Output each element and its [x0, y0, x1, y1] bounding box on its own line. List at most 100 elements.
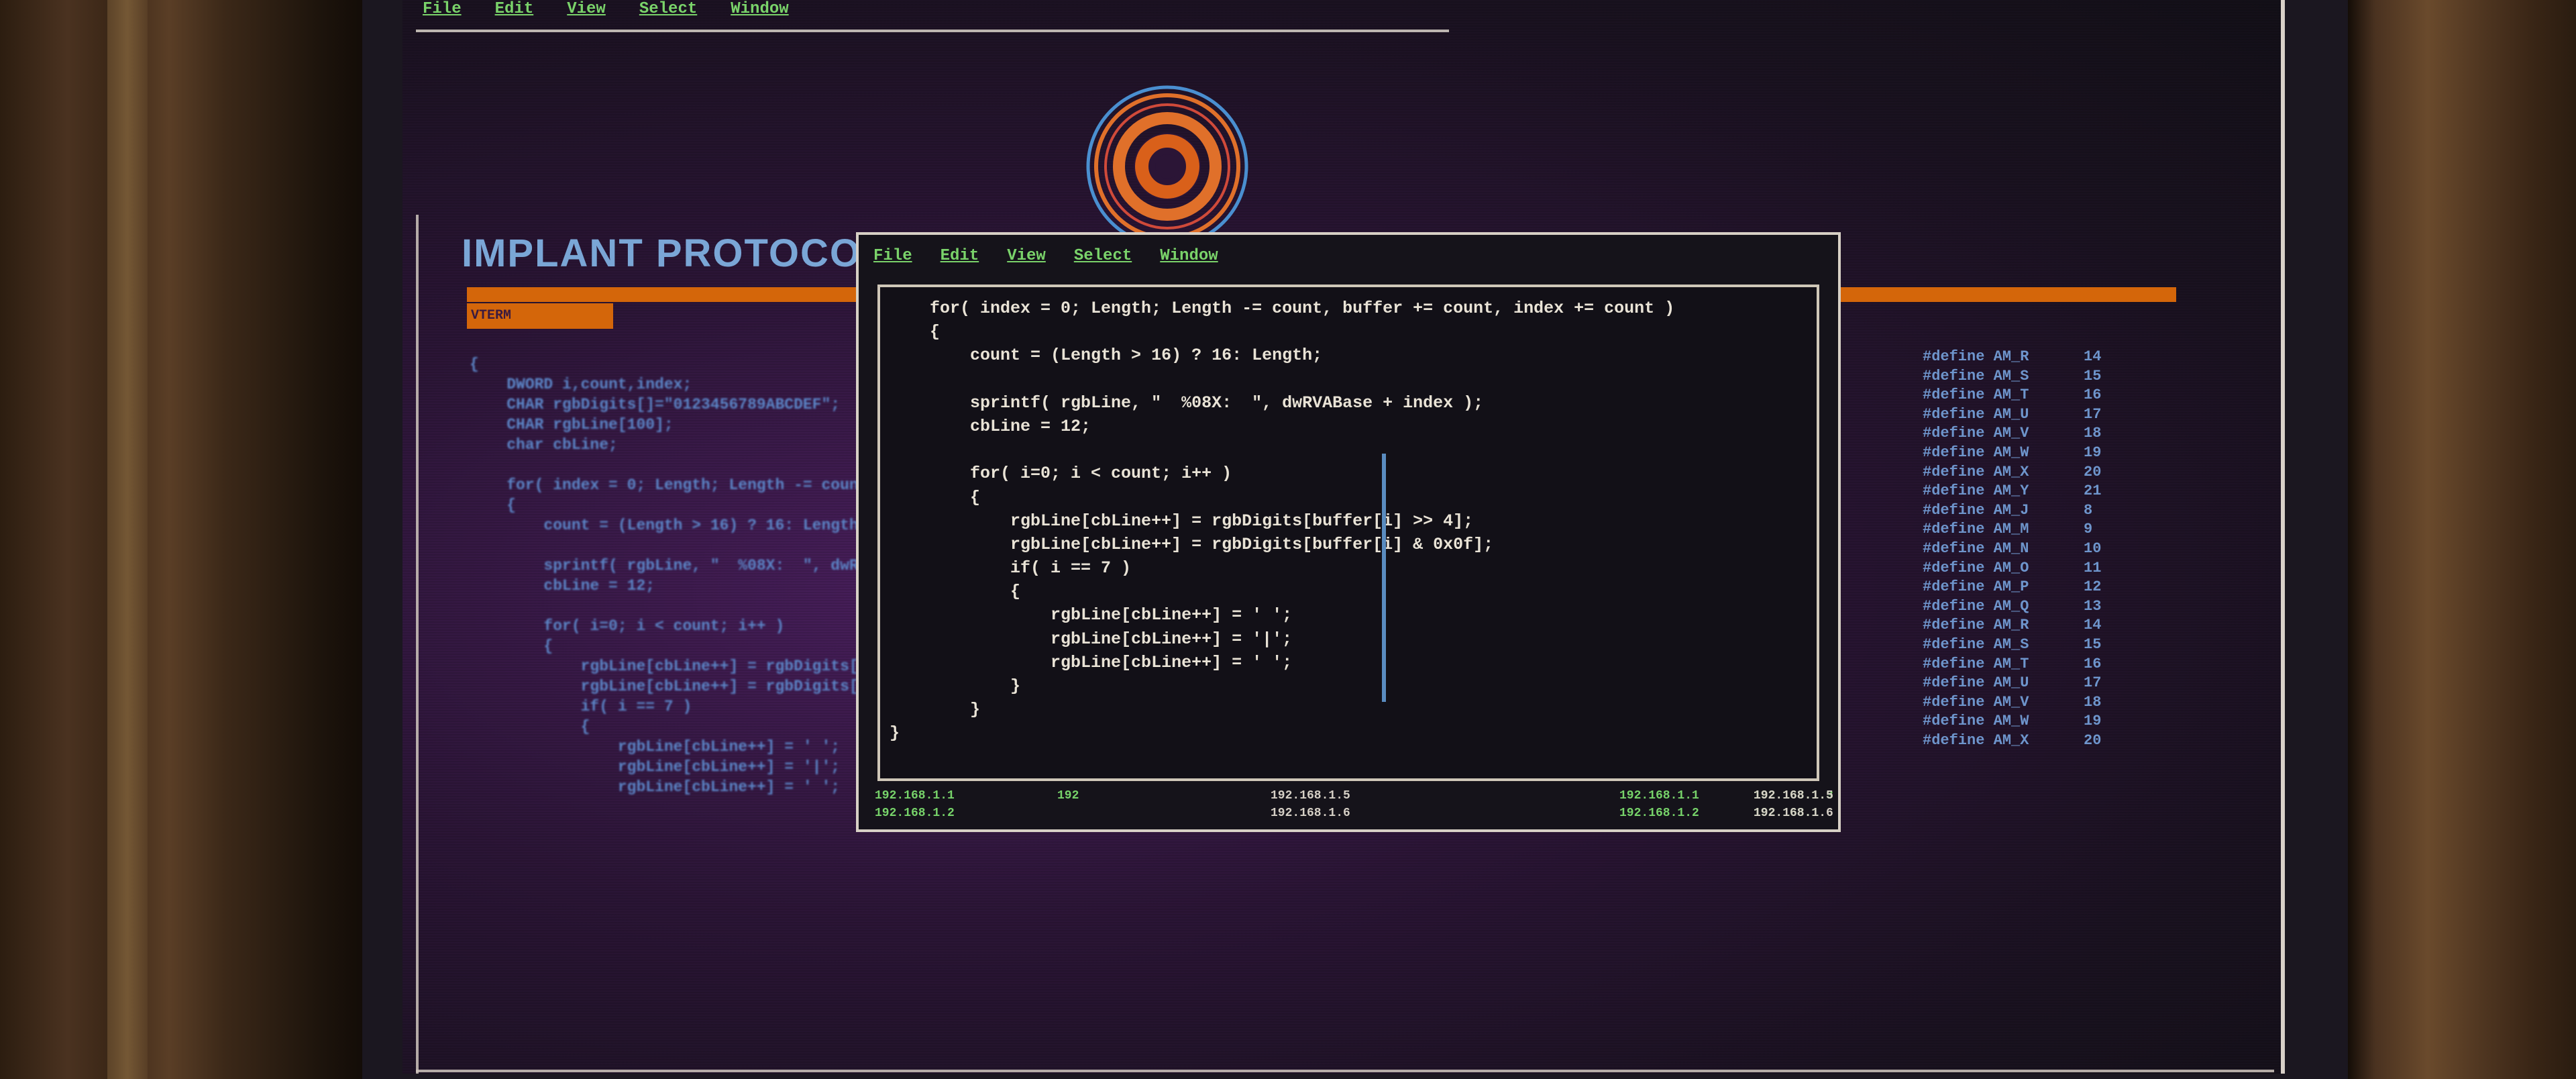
menu-file[interactable]: File: [423, 0, 462, 18]
define-name: #define AM_S: [1923, 635, 2029, 653]
background-code-line: if( i == 7 ): [470, 698, 692, 715]
editor-code-line[interactable]: rgbLine[cbLine++] = rgbDigits[buffer[i] …: [890, 509, 1674, 533]
background-code-line: char cbLine;: [470, 436, 618, 454]
define-value: 17: [2084, 405, 2102, 423]
define-value: 9: [2084, 521, 2093, 538]
background-code-line: for( i=0; i < count; i++ ): [470, 617, 785, 635]
define-value: 18: [2084, 425, 2102, 442]
define-row: #define AM_T 16: [1923, 655, 2124, 674]
screen-frame-bottom: [416, 1070, 2274, 1072]
define-row: #define AM_X 20: [1923, 731, 2124, 751]
editor-menu-select[interactable]: Select: [1074, 247, 1132, 265]
define-value: 21: [2084, 482, 2102, 500]
define-name: #define AM_Q: [1923, 597, 2029, 615]
define-value: 10: [2084, 540, 2102, 557]
define-name: #define AM_V: [1923, 693, 2029, 711]
ip-address-grid: 192.168.1.1 192 192.168.1.5 192.168.1.1 192.…: [875, 789, 1833, 827]
define-value: 19: [2084, 713, 2102, 730]
editor-menu-window[interactable]: Window: [1160, 247, 1218, 265]
editor-window[interactable]: File Edit View Select Window for( index …: [856, 232, 1841, 832]
define-name: #define AM_N: [1923, 540, 2029, 557]
background-code-line: {: [470, 497, 517, 514]
define-value: 12: [2084, 578, 2102, 596]
define-name: #define AM_R: [1923, 348, 2029, 365]
screen-frame-left: [416, 215, 419, 1074]
define-name: #define AM_X: [1923, 463, 2029, 480]
editor-code-line[interactable]: for( i=0; i < count; i++ ): [890, 462, 1674, 485]
define-row: #define AM_T 16: [1923, 386, 2124, 405]
editor-menu-file[interactable]: File: [873, 247, 912, 265]
background-code-line: rgbLine[cbLine++] = ' ';: [470, 738, 841, 756]
define-name: #define AM_O: [1923, 559, 2029, 576]
ip-address: 192.168.1.6: [1754, 807, 1833, 820]
define-name: #define AM_W: [1923, 713, 2029, 730]
ip-address: 192.168.1.2: [875, 807, 955, 820]
define-value: 11: [2084, 559, 2102, 576]
background-code-line: CHAR rgbLine[100];: [470, 416, 674, 433]
define-value: 15: [2084, 635, 2102, 653]
editor-code-line[interactable]: }: [890, 674, 1674, 698]
define-value: 15: [2084, 367, 2102, 384]
define-name: #define AM_S: [1923, 367, 2029, 384]
define-row: #define AM_R 14: [1923, 348, 2124, 367]
background-code-line: [470, 596, 877, 616]
text-cursor-line: [1382, 454, 1386, 702]
editor-code-line[interactable]: rgbLine[cbLine++] = '|';: [890, 627, 1674, 651]
editor-code-line[interactable]: {: [890, 486, 1674, 509]
define-value: 18: [2084, 693, 2102, 711]
editor-code-line[interactable]: }: [890, 721, 1674, 745]
menu-edit[interactable]: Edit: [495, 0, 534, 18]
menu-select[interactable]: Select: [639, 0, 697, 18]
editor-code-line[interactable]: count = (Length > 16) ? 16: Length;: [890, 344, 1674, 367]
editor-code-line[interactable]: cbLine = 12;: [890, 415, 1674, 438]
define-value: 14: [2084, 348, 2102, 365]
editor-code-line[interactable]: {: [890, 580, 1674, 603]
editor-menu-bar: File Edit View Select Window: [873, 247, 1218, 265]
editor-code-line[interactable]: [890, 438, 1674, 462]
editor-code-line[interactable]: {: [890, 320, 1674, 344]
editor-code-line[interactable]: for( index = 0; Length; Length -= count,…: [890, 297, 1674, 320]
define-row: #define AM_P 12: [1923, 578, 2124, 597]
editor-code-line[interactable]: rgbLine[cbLine++] = rgbDigits[buffer[i] …: [890, 533, 1674, 556]
editor-code-line[interactable]: }: [890, 698, 1674, 721]
background-code-line: CHAR rgbDigits[]="0123456789ABCDEF";: [470, 396, 841, 413]
define-value: 13: [2084, 597, 2102, 615]
orange-accent-bar-left: [467, 287, 856, 302]
editor-code-line[interactable]: [890, 368, 1674, 391]
editor-text-area[interactable]: for( index = 0; Length; Length -= count,…: [877, 285, 1819, 781]
define-row: #define AM_W 19: [1923, 712, 2124, 731]
background-code-line: rgbLine[cbLine++] = ' ';: [470, 778, 841, 796]
define-name: #define AM_X: [1923, 731, 2029, 749]
define-row: #define AM_S 15: [1923, 635, 2124, 655]
background-code-line: {: [470, 718, 590, 735]
background-code-line: for( index = 0; Length; Length -= count: [470, 476, 868, 494]
define-value: 16: [2084, 655, 2102, 672]
background-code-line: {: [470, 637, 553, 655]
ip-address: 192.168.1.1: [875, 789, 955, 803]
menu-window[interactable]: Window: [731, 0, 788, 18]
define-row: #define AM_W 19: [1923, 444, 2124, 463]
define-row: #define AM_V 18: [1923, 424, 2124, 444]
define-name: #define AM_U: [1923, 674, 2029, 692]
page-title: IMPLANT PROTOCOL: [462, 232, 887, 275]
define-list: #define AM_R 14 #define AM_S 15 #define AM_T…: [1923, 348, 2124, 750]
ip-address: 192.168.1.6: [1271, 807, 1350, 820]
define-row: #define AM_J 8: [1923, 501, 2124, 521]
define-row: #define AM_Q 13: [1923, 597, 2124, 617]
define-row: #define AM_R 14: [1923, 616, 2124, 635]
define-value: 17: [2084, 674, 2102, 692]
editor-menu-view[interactable]: View: [1007, 247, 1046, 265]
editor-menu-edit[interactable]: Edit: [941, 247, 979, 265]
editor-code-line[interactable]: sprintf( rgbLine, " %08X: ", dwRVABase +…: [890, 391, 1674, 415]
editor-code-line[interactable]: if( i == 7 ): [890, 556, 1674, 580]
define-row: #define AM_M 9: [1923, 520, 2124, 540]
define-name: #define AM_T: [1923, 655, 2029, 672]
ip-address: 192.168.1.1: [1619, 789, 1699, 803]
editor-code-block[interactable]: for( index = 0; Length; Length -= count,…: [890, 297, 1674, 746]
tab-vterm[interactable]: VTERM: [467, 303, 613, 329]
editor-code-line[interactable]: rgbLine[cbLine++] = ' ';: [890, 651, 1674, 674]
background-code-line: DWORD i,count,index;: [470, 376, 692, 393]
background-code-line: sprintf( rgbLine, " %08X: ", dwRVA: [470, 557, 877, 574]
menu-view[interactable]: View: [567, 0, 606, 18]
editor-code-line[interactable]: rgbLine[cbLine++] = ' ';: [890, 603, 1674, 627]
